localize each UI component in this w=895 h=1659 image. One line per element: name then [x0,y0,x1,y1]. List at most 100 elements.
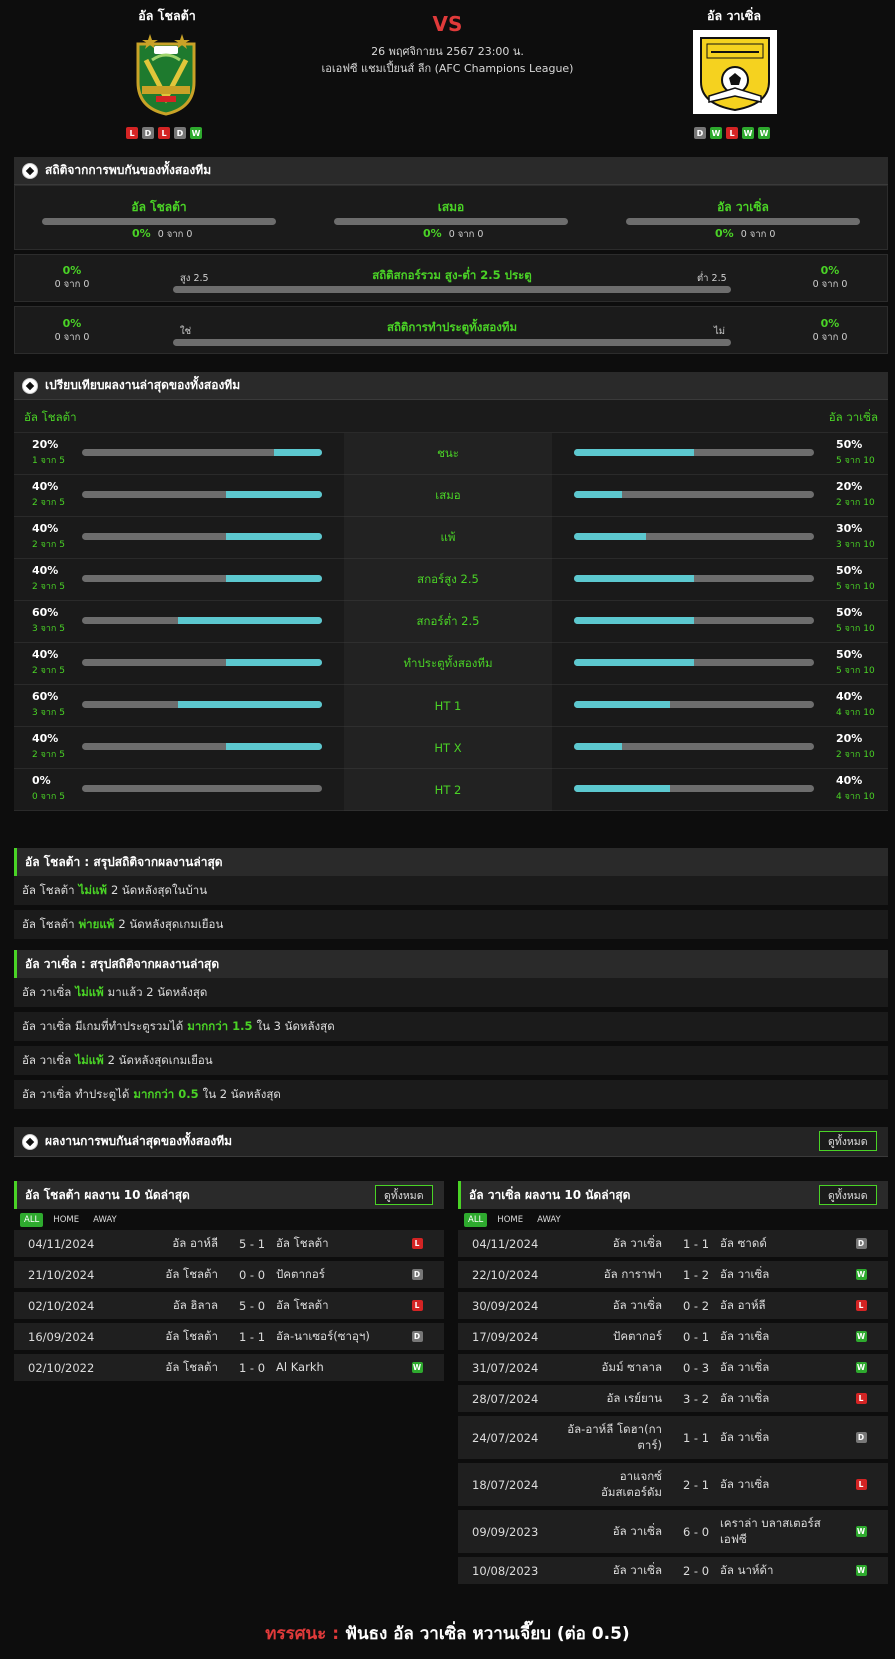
compare-left-pct: 40% [32,522,59,535]
match-home-team: ปัคตากอร์ [613,1328,662,1343]
compare-right-count: 5 จาก 10 [836,582,875,592]
match-row[interactable]: 16/09/2024 อัล โชลต้า 1 - 1 อัล-นาเซอร์(ซาอ… [14,1323,444,1352]
btts-panel: 0% 0 จาก 0 0% 0 จาก 0 ใช่ ไม่ สถิติการทำ… [14,306,888,354]
match-row[interactable]: 22/10/2024 อัล การาฟา 1 - 2 อัล วาเซิ่ล W [458,1261,888,1290]
compare-row: 40% 2 จาก 5 เสมอ 20% 2 จาก 10 [14,475,888,517]
compare-right-pct: 40% [836,690,863,703]
match-header: อัล โชลต้า อัล วาเซิ่ล VS 26 พฤศจิกายน 2… [0,0,895,145]
compare-header: เปรียบเทียบผลงานล่าสุดของทั้งสองทีม [14,372,888,400]
compare-left-bar-fill [226,743,322,750]
compare-left-bar [82,617,322,624]
compare-right-cell: 30% 3 จาก 10 [552,517,888,559]
tab-away[interactable]: AWAY [533,1213,565,1227]
compare-team-row: อัล โชลต้า อัล วาเซิ่ล [14,400,888,433]
summary-highlight: พ่ายแพ้ [78,916,115,931]
h2h-home-name: อัล โชลต้า [131,200,187,214]
match-score: 0 - 0 [238,1267,266,1282]
compare-right-pct: 20% [836,480,863,493]
h2h-away-col: อัล วาเซิ่ล [626,198,860,217]
match-score: 0 - 2 [682,1298,710,1313]
compare-right-bar-fill [574,449,694,456]
soccer-ball-icon [22,377,38,394]
compare-right-count: 5 จาก 10 [836,456,875,466]
compare-right-bar [574,659,814,666]
compare-right-bar [574,743,814,750]
home-team-logo[interactable] [132,30,200,119]
match-result: L [402,1292,432,1319]
compare-right-cell: 50% 5 จาก 10 [552,559,888,601]
result-badge: W [855,1331,867,1342]
ou-panel: 0% 0 จาก 0 0% 0 จาก 0 สูง 2.5 ต่ำ 2.5 สถ… [14,254,888,302]
match-row[interactable]: 21/10/2024 อัล โชลต้า 0 - 0 ปัคตากอร์ D [14,1261,444,1290]
compare-row: 20% 1 จาก 5 ชนะ 50% 5 จาก 10 [14,433,888,475]
match-row[interactable]: 02/10/2024 อัล ฮิลาล 5 - 0 อัล โชลต้า L [14,1292,444,1321]
compare-right-count: 2 จาก 10 [836,498,875,508]
tab-all[interactable]: ALL [464,1213,488,1227]
match-row[interactable]: 28/07/2024 อัล เรย์ยาน 3 - 2 อัล วาเซิ่ล L [458,1385,888,1414]
match-row[interactable]: 04/11/2024 อัล วาเซิ่ล 1 - 1 อัล ซาดด์ D [458,1230,888,1259]
match-result: W [846,1323,876,1350]
match-row[interactable]: 30/09/2024 อัล วาเซิ่ล 0 - 2 อัล อาห์ลี L [458,1292,888,1321]
compare-left-cell: 40% 2 จาก 5 [14,517,344,559]
compare-left-count: 3 จาก 5 [32,624,65,634]
compare-label: HT 2 [344,769,552,811]
match-home-team: อัล วาเซิ่ล [612,1235,662,1250]
tab-all[interactable]: ALL [20,1213,44,1227]
compare-left-count: 0 จาก 5 [32,792,65,802]
compare-left-bar-fill [226,533,322,540]
match-away-team: อัล วาเซิ่ล [720,1328,770,1343]
match-away-team: อัล-นาเซอร์(ซาอุฯ) [276,1328,370,1343]
match-score: 2 - 1 [682,1477,710,1492]
match-result: L [846,1463,876,1506]
tab-home[interactable]: HOME [49,1213,83,1227]
soccer-ball-icon [22,1133,38,1150]
match-row[interactable]: 04/11/2024 อัล อาห์ลี 5 - 1 อัล โชลต้า L [14,1230,444,1259]
compare-right-bar [574,449,814,456]
match-row[interactable]: 10/08/2023 อัล วาเซิ่ล 2 - 0 อัล นาห์ด้า W [458,1557,888,1586]
compare-left-bar [82,785,322,792]
recent-away-view-all-button[interactable]: ดูทั้งหมด [819,1185,877,1205]
compare-right-bar [574,491,814,498]
match-row[interactable]: 17/09/2024 ปัคตากอร์ 0 - 1 อัล วาเซิ่ล W [458,1323,888,1352]
recent-home-view-all-button[interactable]: ดูทั้งหมด [375,1185,433,1205]
compare-left-cell: 20% 1 จาก 5 [14,433,344,475]
tab-away[interactable]: AWAY [89,1213,121,1227]
match-score: 6 - 0 [682,1524,710,1539]
match-row[interactable]: 24/07/2024 อัล-อาห์ลี โดฮา(กาตาร์) 1 - 1 อั… [458,1416,888,1461]
result-badge: W [855,1565,867,1576]
result-badge: D [411,1331,423,1342]
match-result: L [846,1292,876,1319]
match-home-team: อาแจกซ์ อัมสเตอร์ดัม [600,1468,662,1499]
compare-right-cell: 40% 4 จาก 10 [552,769,888,811]
summary-text: อัล โชลต้า [22,916,75,931]
match-result: D [402,1323,432,1350]
h2h-view-all-button[interactable]: ดูทั้งหมด [819,1131,877,1151]
h2h-draw-col: เสมอ [334,198,568,217]
away-team-logo[interactable] [693,30,777,117]
compare-left-pct: 40% [32,564,59,577]
compare-left-cell: 0% 0 จาก 5 [14,769,344,811]
compare-label: สกอร์ต่ำ 2.5 [344,601,552,643]
match-score: 1 - 1 [682,1236,710,1251]
match-row[interactable]: 02/10/2022 อัล โชลต้า 1 - 0 Al Karkh W [14,1354,444,1383]
compare-left-cell: 60% 3 จาก 5 [14,601,344,643]
h2h-home-bar [42,218,276,225]
tab-home[interactable]: HOME [493,1213,527,1227]
compare-left-bar-fill [178,701,322,708]
match-away-team: อัล ซาดด์ [720,1235,767,1250]
compare-left-cell: 40% 2 จาก 5 [14,643,344,685]
match-row[interactable]: 31/07/2024 อัมม์ ซาลาล 0 - 3 อัล วาเซิ่ล W [458,1354,888,1383]
match-result: W [402,1354,432,1381]
form-badge: W [758,127,770,139]
compare-right-pct: 50% [836,564,863,577]
compare-right-count: 2 จาก 10 [836,750,875,760]
match-score: 0 - 1 [682,1329,710,1344]
match-row[interactable]: 09/09/2023 อัล วาเซิ่ล 6 - 0 เคราล่า บลาสเต… [458,1510,888,1555]
match-result: D [846,1416,876,1459]
compare-right-cell: 20% 2 จาก 10 [552,727,888,769]
summary-highlight: ไม่แพ้ [78,882,107,897]
match-row[interactable]: 18/07/2024 อาแจกซ์ อัมสเตอร์ดัม 2 - 1 อัล ว… [458,1463,888,1508]
form-badge: L [158,127,170,139]
match-home-team: อัล โชลต้า [165,1328,218,1343]
match-score: 5 - 0 [238,1298,266,1313]
